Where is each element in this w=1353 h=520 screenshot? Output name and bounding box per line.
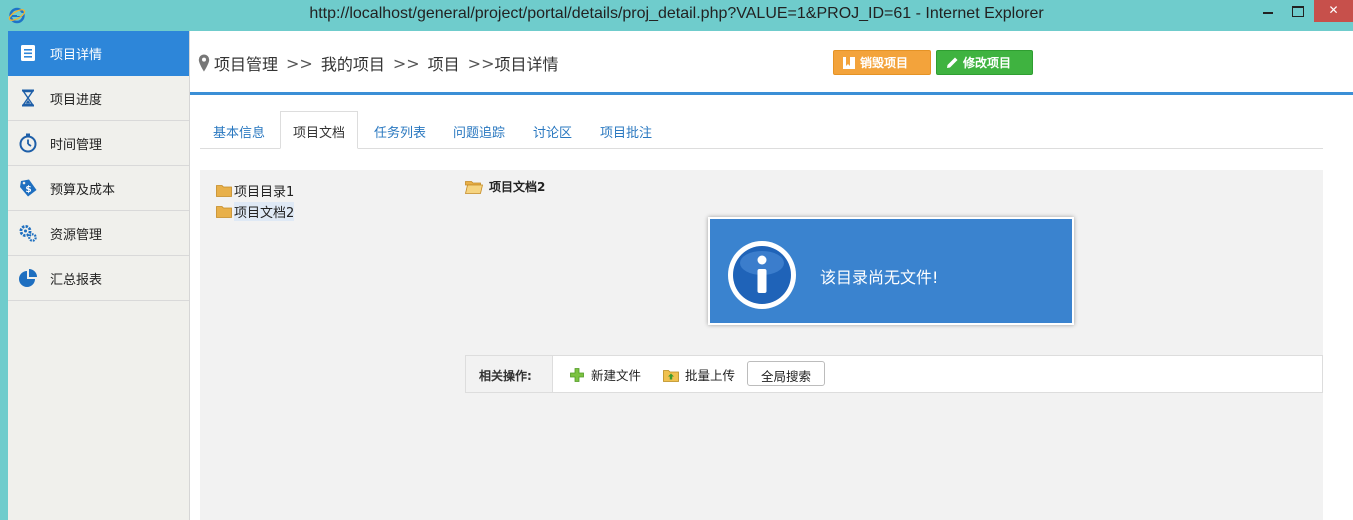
window-border: [0, 31, 8, 520]
empty-folder-message: 该目录尚无文件!: [708, 217, 1074, 325]
tab-project-comments[interactable]: 项目批注: [600, 111, 652, 149]
edit-project-label: 修改项目: [963, 56, 1012, 70]
window-titlebar: http://localhost/general/project/portal/…: [0, 0, 1353, 31]
sidebar: 项目详情 项目进度 时间管理 $ 预算及成本 资源管理 汇总报表: [8, 31, 190, 520]
sidebar-item-label: 汇总报表: [50, 273, 103, 288]
breadcrumb-item[interactable]: 项目管理: [214, 51, 278, 75]
folder-icon: [216, 206, 232, 218]
maximize-button[interactable]: [1284, 0, 1312, 22]
tree-node[interactable]: 项目文档2: [216, 201, 295, 222]
message-text: 该目录尚无文件!: [820, 268, 939, 287]
tree-node-label: 项目目录1: [234, 185, 295, 200]
edit-project-button[interactable]: 修改项目: [936, 50, 1033, 75]
folder-tree: 项目目录1 项目文档2: [216, 180, 295, 222]
breadcrumb-separator: >>: [467, 53, 495, 73]
batch-upload-button[interactable]: 批量上传: [663, 365, 735, 384]
tab-project-documents[interactable]: 项目文档: [280, 111, 359, 149]
sidebar-item-label: 时间管理: [50, 138, 103, 153]
pie-chart-icon: [19, 269, 37, 287]
info-icon: [728, 241, 796, 309]
new-file-button[interactable]: 新建文件: [569, 365, 641, 384]
plus-icon: [570, 367, 584, 382]
documents-panel: 项目目录1 项目文档2 项目文档2 该目录尚无文件! 相关操作: 新建文件 批量…: [200, 170, 1323, 520]
breadcrumb-separator: >>: [286, 53, 313, 73]
gears-icon: [19, 225, 37, 242]
pencil-icon: [947, 57, 958, 68]
svg-text:$: $: [25, 185, 31, 195]
breadcrumb-item-current: 项目详情: [494, 55, 559, 74]
location-pin-icon: [198, 54, 210, 72]
sidebar-item-project-progress[interactable]: 项目进度: [8, 76, 189, 121]
sidebar-item-label: 项目详情: [50, 48, 103, 63]
sidebar-item-summary-report[interactable]: 汇总报表: [8, 256, 189, 301]
global-search-button[interactable]: 全局搜索: [747, 361, 825, 386]
open-folder-icon: [465, 180, 483, 194]
new-file-label: 新建文件: [591, 368, 642, 383]
sidebar-item-budget-cost[interactable]: $ 预算及成本: [8, 166, 189, 211]
tab-basic-info[interactable]: 基本信息: [213, 111, 265, 149]
operations-label: 相关操作:: [466, 356, 553, 392]
hourglass-icon: [22, 89, 34, 107]
close-project-button[interactable]: 销毁项目: [833, 50, 931, 75]
sidebar-item-project-details[interactable]: 项目详情: [8, 31, 189, 76]
current-folder-name: 项目文档2: [489, 180, 546, 194]
breadcrumb-item[interactable]: 我的项目: [321, 51, 385, 75]
tree-node[interactable]: 项目目录1: [216, 180, 294, 201]
current-folder-heading: 项目文档2: [465, 178, 545, 195]
money-tag-icon: $: [20, 179, 37, 197]
minimize-button[interactable]: [1254, 0, 1282, 22]
tab-task-list[interactable]: 任务列表: [374, 111, 426, 149]
close-window-button[interactable]: [1314, 0, 1353, 22]
bookmark-icon: [843, 56, 855, 69]
window-title: http://localhost/general/project/portal/…: [309, 5, 1044, 22]
sidebar-item-label: 预算及成本: [50, 183, 116, 198]
close-project-label: 销毁项目: [860, 56, 909, 70]
folder-icon: [216, 185, 232, 197]
breadcrumb: 项目管理 >> 我的项目 >> 项目 >> 项目详情: [198, 51, 559, 75]
batch-upload-label: 批量上传: [685, 368, 736, 383]
tab-discussion[interactable]: 讨论区: [533, 111, 572, 149]
related-operations-bar: 相关操作: 新建文件 批量上传 全局搜索: [465, 355, 1323, 393]
sidebar-item-label: 项目进度: [50, 93, 103, 108]
breadcrumb-item[interactable]: 项目: [428, 51, 460, 75]
breadcrumb-separator: >>: [392, 53, 420, 73]
folder-upload-icon: [663, 369, 679, 382]
tab-issue-tracking[interactable]: 问题追踪: [453, 111, 505, 149]
tab-bar: 基本信息 项目文档 任务列表 问题追踪 讨论区 项目批注: [200, 111, 1323, 149]
stopwatch-icon: [19, 133, 37, 153]
sidebar-item-label: 资源管理: [50, 228, 103, 243]
page-header: 项目管理 >> 我的项目 >> 项目 >> 项目详情 销毁项目 修改项目: [190, 31, 1353, 95]
tree-node-label: 项目文档2: [234, 202, 295, 221]
sidebar-item-resource-management[interactable]: 资源管理: [8, 211, 189, 256]
sidebar-item-time-management[interactable]: 时间管理: [8, 121, 189, 166]
document-list-icon: [21, 45, 35, 61]
